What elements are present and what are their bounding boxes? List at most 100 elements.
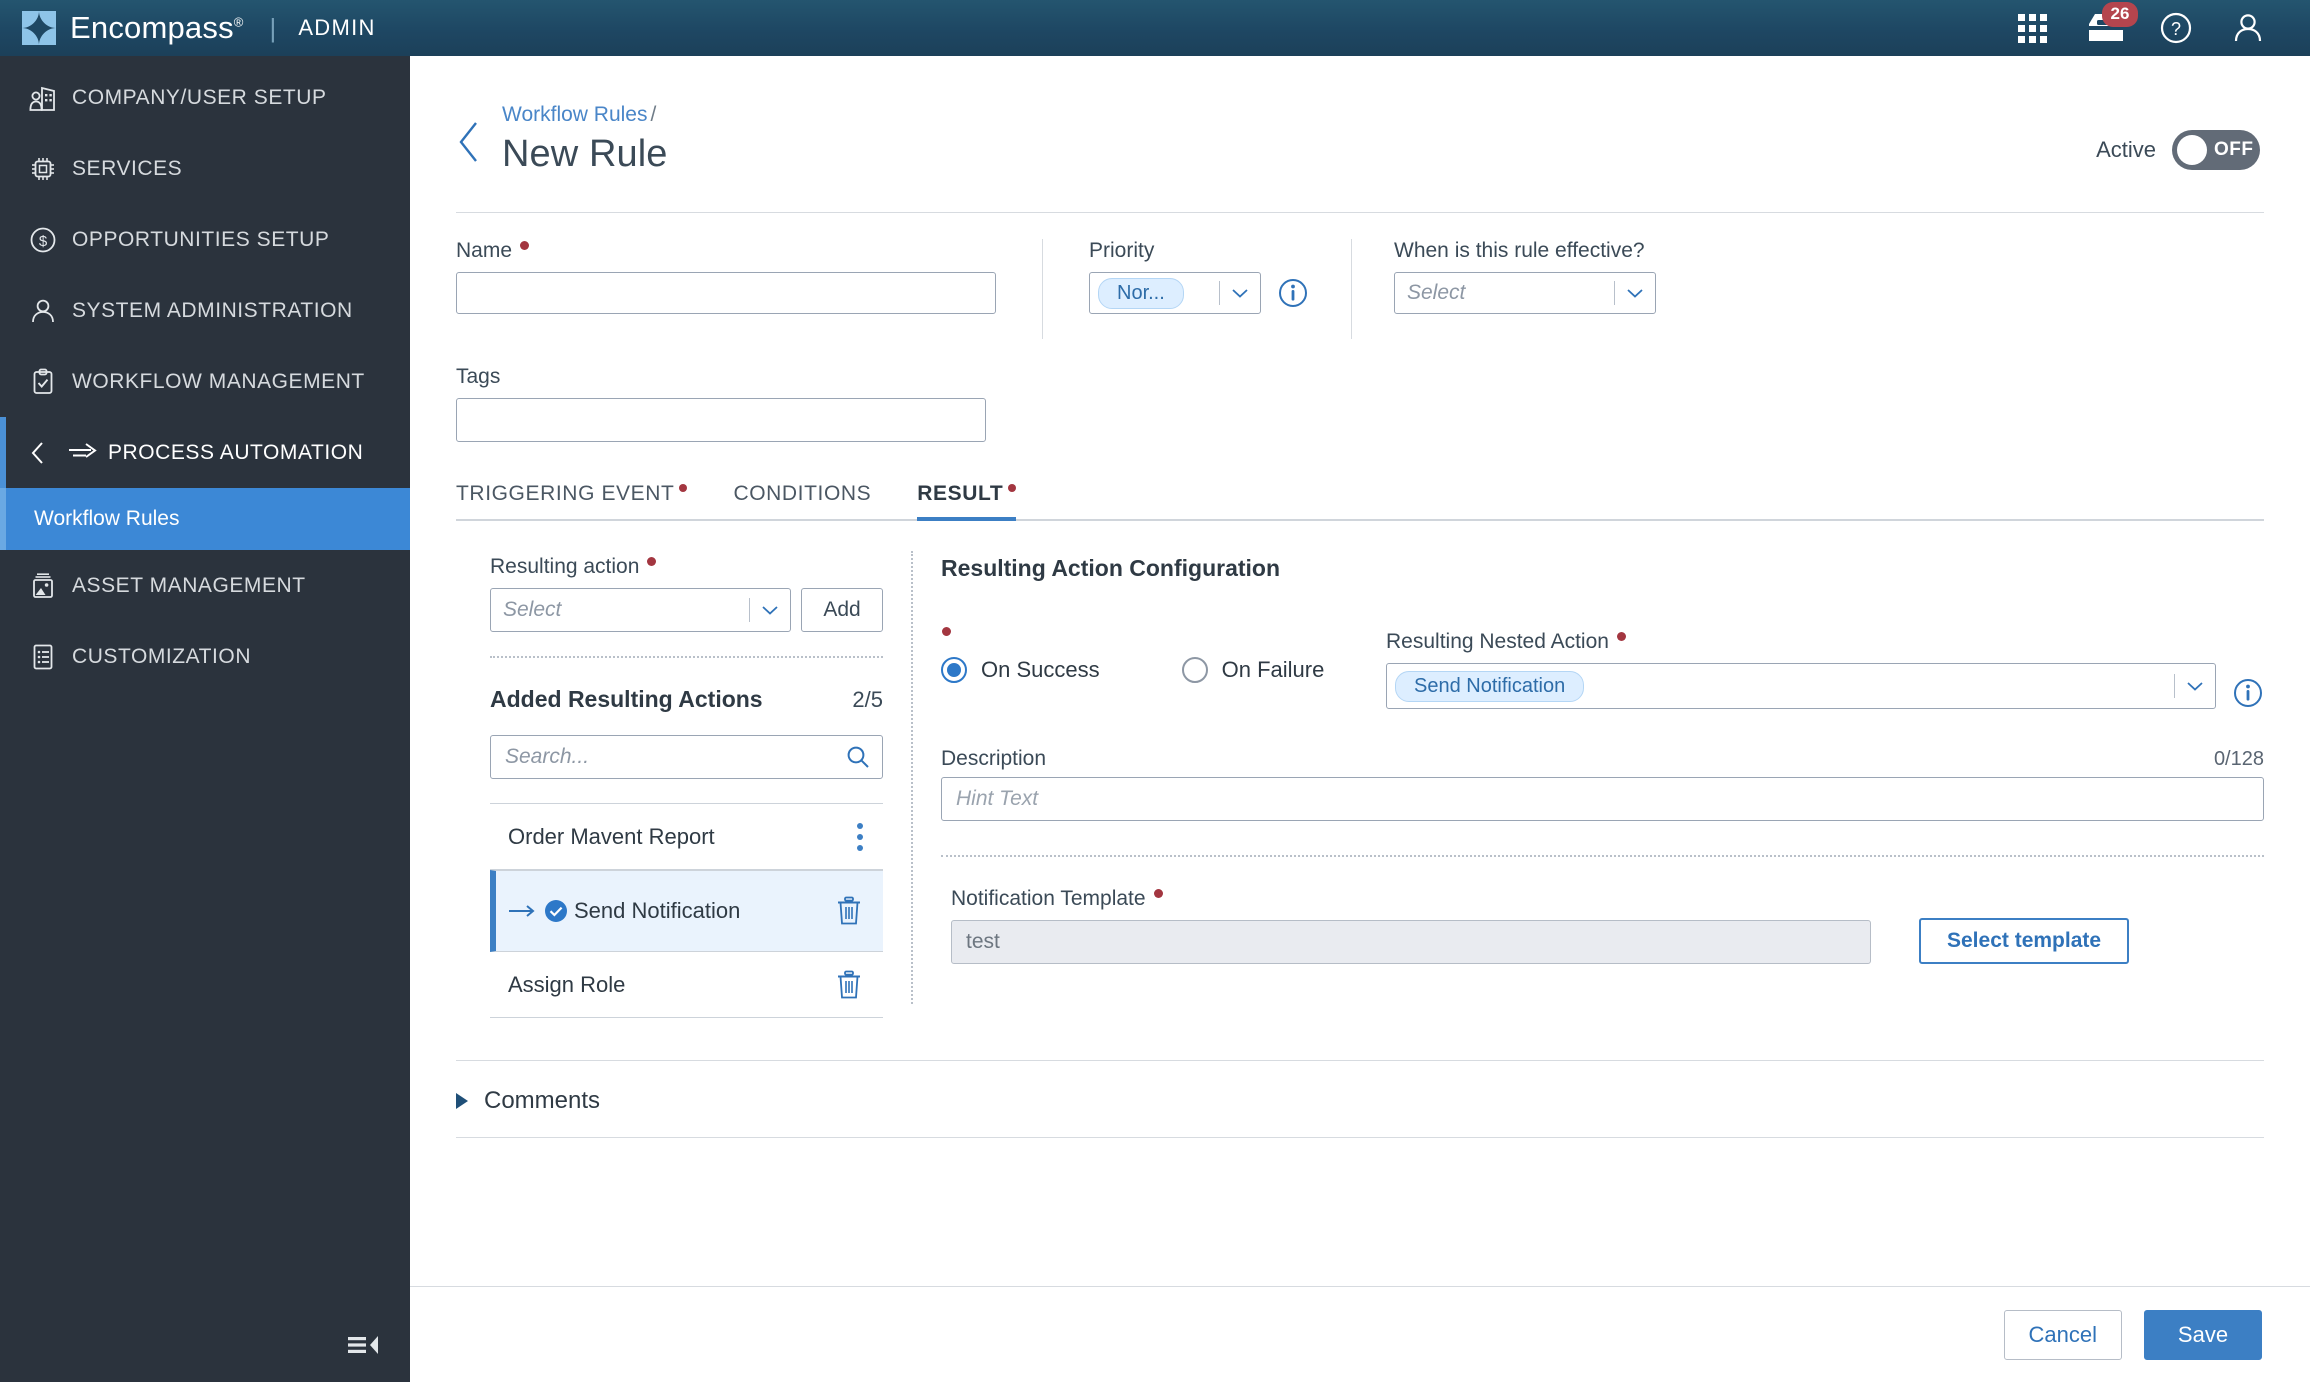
toggle-state-label: OFF [2214, 139, 2254, 160]
nested-action-value-chip: Send Notification [1395, 670, 1585, 702]
required-indicator [679, 484, 688, 493]
tab-conditions[interactable]: CONDITIONS [733, 482, 871, 519]
required-indicator [942, 626, 951, 636]
sidebar-item-opportunities-setup[interactable]: $ OPPORTUNITIES SETUP [0, 204, 410, 275]
added-actions-search [490, 735, 883, 780]
chip-icon [14, 154, 72, 184]
added-actions-header: Added Resulting Actions 2/5 [490, 686, 883, 713]
added-actions-title: Added Resulting Actions [490, 686, 763, 713]
apps-grid-icon[interactable] [1996, 0, 2068, 56]
tab-label: CONDITIONS [733, 482, 872, 506]
outcome-on-success[interactable]: On Success [941, 626, 1100, 683]
name-field-group: Name [456, 239, 996, 315]
sidebar-nav: COMPANY/USER SETUP SERVICES $ OPPORTUNIT… [0, 56, 410, 692]
chevron-down-icon[interactable] [1220, 287, 1260, 299]
svg-text:?: ? [2171, 19, 2181, 39]
outcome-on-failure[interactable]: On Failure [1181, 656, 1325, 683]
name-input[interactable] [456, 272, 996, 315]
sidebar-item-services[interactable]: SERVICES [0, 133, 410, 204]
triangle-right-icon[interactable] [456, 1093, 468, 1110]
chevron-down-icon[interactable] [1615, 287, 1655, 299]
company-building-icon [14, 83, 72, 113]
config-dotted-divider [941, 855, 2264, 858]
sidebar-item-label: OPPORTUNITIES SETUP [72, 227, 330, 251]
collapse-panel-icon[interactable] [346, 1332, 380, 1358]
save-button[interactable]: Save [2144, 1309, 2262, 1360]
nested-action-chip-wrap: Send Notification [1387, 670, 2174, 702]
info-circle-icon[interactable] [2232, 677, 2264, 709]
back-chevron-icon[interactable] [456, 102, 490, 170]
inbox-icon[interactable]: 26 [2068, 0, 2140, 56]
select-template-button[interactable]: Select template [1919, 918, 2130, 965]
add-resulting-action-button[interactable]: Add [801, 588, 883, 633]
list-item[interactable]: Send Notification [490, 870, 883, 953]
check-circle-icon [538, 898, 574, 924]
info-circle-icon[interactable] [1277, 277, 1309, 309]
breadcrumb-link-workflow-rules[interactable]: Workflow Rules [502, 103, 647, 126]
sidebar-item-company-user-setup[interactable]: COMPANY/USER SETUP [0, 62, 410, 133]
admin-section-label: ADMIN [298, 15, 376, 40]
active-toggle[interactable]: OFF [2172, 130, 2260, 170]
comments-section[interactable]: Comments [410, 1061, 2310, 1115]
sidebar-item-asset-management[interactable]: ASSET MANAGEMENT [0, 550, 410, 621]
kebab-menu-icon[interactable] [857, 822, 877, 851]
sidebar-group-process-automation[interactable]: PROCESS AUTOMATION [0, 417, 410, 488]
trash-icon[interactable] [835, 896, 877, 926]
list-item[interactable]: Order Mavent Report [490, 804, 883, 871]
cancel-button[interactable]: Cancel [2003, 1309, 2122, 1360]
action-item-label: Assign Role [508, 971, 626, 997]
notification-template-input[interactable] [951, 920, 1871, 965]
list-item[interactable]: Assign Role [490, 952, 883, 1019]
user-account-icon[interactable] [2212, 0, 2284, 56]
chevron-down-icon[interactable] [2175, 680, 2215, 692]
help-circle-icon[interactable]: ? [2140, 0, 2212, 56]
radio-on-failure[interactable] [1181, 656, 1208, 683]
top-bar: Encompass® | ADMIN 26 ? [0, 0, 2310, 56]
form-divider-2 [1351, 239, 1352, 340]
chevron-down-icon[interactable] [750, 604, 790, 616]
effective-select[interactable]: Select [1394, 272, 1656, 315]
tab-result[interactable]: RESULT [917, 482, 1017, 522]
tags-field-group: Tags [410, 339, 2310, 443]
notification-template-group: Notification Template [951, 887, 1871, 965]
body: COMPANY/USER SETUP SERVICES $ OPPORTUNIT… [0, 56, 2310, 1382]
description-char-counter: 0/128 [2213, 748, 2264, 771]
notification-template-row: Notification Template Select template [941, 887, 2264, 965]
comments-label: Comments [484, 1087, 601, 1115]
sidebar-item-label: WORKFLOW MANAGEMENT [72, 369, 365, 393]
radio-on-success[interactable] [941, 656, 967, 683]
app-root: Encompass® | ADMIN 26 ? COMPANY/USER SET… [0, 0, 2310, 1382]
sidebar-item-workflow-management[interactable]: WORKFLOW MANAGEMENT [0, 346, 410, 417]
action-item-label: Send Notification [574, 898, 741, 924]
top-bar-actions: 26 ? [1996, 0, 2310, 56]
sidebar-item-label: SYSTEM ADMINISTRATION [72, 298, 353, 322]
tags-input[interactable] [456, 398, 986, 443]
trash-icon[interactable] [835, 970, 877, 1000]
notification-template-label: Notification Template [951, 887, 1871, 911]
tab-triggering-event[interactable]: TRIGGERING EVENT [456, 482, 688, 519]
breadcrumb: Workflow Rules / [502, 102, 668, 127]
chevron-left-icon[interactable] [20, 440, 56, 466]
added-actions-list: Order Mavent Report Send Notification As… [490, 803, 883, 1019]
resulting-action-select[interactable]: Select [490, 588, 791, 633]
priority-select[interactable]: Nor... [1089, 272, 1261, 315]
search-input[interactable] [490, 735, 883, 780]
active-label: Active [2096, 137, 2156, 162]
rule-form-row: Name Priority Nor... When is this rule e… [410, 213, 2310, 340]
nested-action-select[interactable]: Send Notification [1386, 663, 2216, 710]
configuration-title: Resulting Action Configuration [941, 555, 1281, 582]
required-indicator [520, 241, 530, 251]
toggle-knob [2177, 135, 2207, 165]
sidebar-item-workflow-rules[interactable]: Workflow Rules [0, 488, 410, 550]
search-icon[interactable] [845, 744, 871, 776]
panel-dotted-divider [490, 656, 883, 659]
description-input[interactable] [941, 777, 2264, 822]
resulting-action-value: Select [503, 598, 562, 622]
brand[interactable]: Encompass® [0, 10, 244, 46]
sidebar-item-customization[interactable]: CUSTOMIZATION [0, 621, 410, 692]
sidebar-footer [0, 1308, 410, 1382]
radio-label: On Failure [1221, 656, 1325, 682]
page-header-text: Workflow Rules / New Rule [502, 102, 668, 176]
sidebar-item-system-administration[interactable]: SYSTEM ADMINISTRATION [0, 275, 410, 346]
description-label: Description [941, 747, 1047, 771]
